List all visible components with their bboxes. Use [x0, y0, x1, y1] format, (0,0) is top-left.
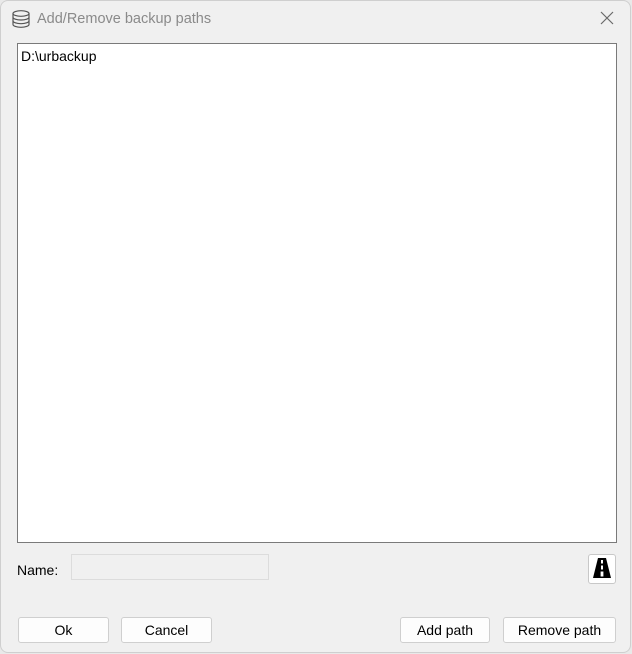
add-path-button[interactable]: Add path [400, 617, 490, 643]
remove-path-button[interactable]: Remove path [503, 617, 616, 643]
close-icon [600, 11, 614, 28]
ok-button[interactable]: Ok [18, 617, 109, 643]
name-label: Name: [17, 562, 59, 578]
road-icon [592, 557, 612, 582]
database-icon [11, 9, 31, 29]
cancel-button[interactable]: Cancel [121, 617, 212, 643]
close-button[interactable] [584, 1, 630, 37]
title-bar: Add/Remove backup paths [1, 1, 630, 38]
list-item[interactable]: D:\urbackup [21, 48, 96, 64]
browse-button[interactable] [588, 554, 616, 584]
backup-paths-list[interactable]: D:\urbackup [17, 43, 617, 543]
window-title: Add/Remove backup paths [37, 11, 212, 27]
backup-paths-dialog: Add/Remove backup paths D:\urbackup Name… [0, 0, 631, 653]
name-input[interactable] [71, 554, 269, 580]
